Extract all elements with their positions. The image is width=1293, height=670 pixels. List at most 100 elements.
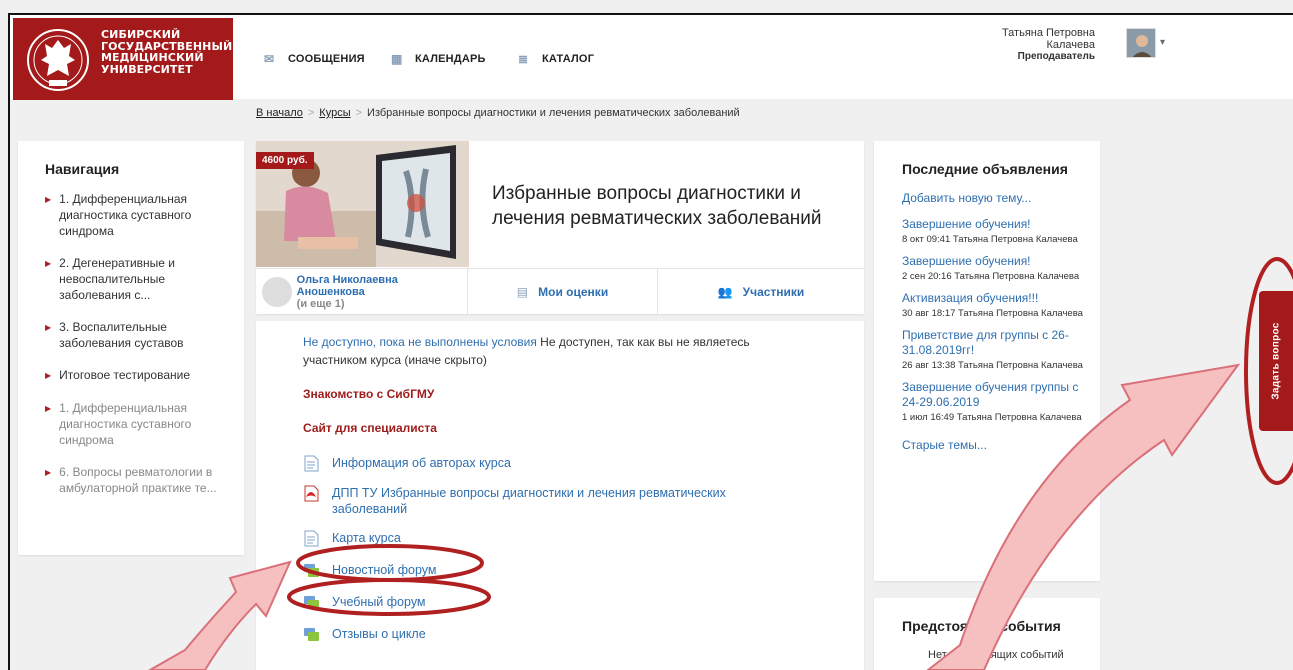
- activity-item[interactable]: Информация об авторах курса: [303, 455, 864, 472]
- activity-label: Информация об авторах курса: [332, 456, 511, 470]
- envelope-icon: ✉: [264, 52, 275, 66]
- announcement-meta: 8 окт 09:41 Татьяна Петровна Калачева: [902, 234, 1078, 245]
- university-logo[interactable]: СИБИРСКИЙ ГОСУДАРСТВЕННЫЙ МЕДИЦИНСКИЙ УН…: [13, 18, 233, 100]
- announcement-item: Завершение обучения группы с 24-29.06.20…: [902, 380, 1086, 426]
- nav-calendar[interactable]: ▦ КАЛЕНДАРЬ: [391, 53, 486, 65]
- nav-item[interactable]: ▶ 2. Дегенеративные и невоспалительные за…: [45, 255, 230, 303]
- announcement-title[interactable]: Активизация обучения!!!: [902, 291, 1086, 306]
- announcement-title[interactable]: Приветствие для группы с 26-31.08.2019гг…: [902, 328, 1086, 358]
- nav-item[interactable]: ▶ 6. Вопросы ревматологии в амбулаторной …: [45, 464, 230, 496]
- top-bar: СИБИРСКИЙ ГОСУДАРСТВЕННЫЙ МЕДИЦИНСКИЙ УН…: [10, 15, 1293, 100]
- restriction-link[interactable]: Не доступно, пока не выполнены условия: [303, 335, 537, 349]
- page-icon: [304, 530, 319, 547]
- announcement-title[interactable]: Завершение обучения!: [902, 254, 1086, 269]
- participants-button[interactable]: 👥 Участники: [658, 269, 864, 314]
- breadcrumb-courses[interactable]: Курсы: [319, 107, 350, 119]
- activity-label: Учебный форум: [332, 595, 426, 609]
- user-menu[interactable]: Татьяна Петровна Калачева Преподаватель: [1002, 27, 1095, 63]
- activity-item[interactable]: ДПП ТУ Избранные вопросы диагностики и л…: [303, 485, 864, 517]
- navigation-title: Навигация: [45, 161, 120, 177]
- announcement-item: Приветствие для группы с 26-31.08.2019гг…: [902, 328, 1086, 374]
- page-icon: [304, 455, 319, 472]
- teacher-avatar: [262, 276, 292, 307]
- announcement-meta: 2 сен 20:16 Татьяна Петровна Калачева: [902, 271, 1080, 282]
- announcement-item: Активизация обучения!!! 30 авг 18:17 Тат…: [902, 291, 1086, 322]
- announcement-item: Завершение обучения! 8 окт 09:41 Татьяна…: [902, 217, 1086, 248]
- teacher-name[interactable]: Ольга Николаевна Аношенкова: [297, 274, 467, 298]
- activity-item[interactable]: Отзывы о цикле: [303, 626, 864, 643]
- ask-question-button[interactable]: Задать вопрос: [1259, 291, 1293, 431]
- forum-icon: [304, 628, 319, 641]
- course-toolbar: Ольга Николаевна Аношенкова (и еще 1) ▤ …: [256, 268, 864, 314]
- breadcrumb: В начало > Курсы > Избранные вопросы диагнос…: [256, 107, 740, 119]
- course-content: Не доступно, пока не выполнены условия Н…: [256, 321, 864, 670]
- user-role: Преподаватель: [1017, 51, 1095, 62]
- section-title[interactable]: Сайт для специалиста: [303, 421, 864, 435]
- nav-catalog-label: КАТАЛОГ: [542, 53, 595, 65]
- nav-messages[interactable]: ✉ СООБЩЕНИЯ: [264, 53, 365, 65]
- participants-label: Участники: [742, 284, 805, 299]
- teacher-more[interactable]: (и еще 1): [297, 298, 467, 310]
- pdf-icon: [304, 485, 319, 502]
- course-header: 4600 руб. Избранные вопросы диагностики …: [256, 141, 864, 314]
- restriction-notice: Не доступно, пока не выполнены условия Н…: [303, 333, 813, 369]
- upcoming-events-block: Предстоящие события Нет предстоящих собы…: [874, 598, 1100, 670]
- price-badge: 4600 руб.: [256, 152, 314, 169]
- nav-item[interactable]: ▶ 1. Дифференциальная диагностика суставн…: [45, 191, 230, 239]
- announcement-item: Завершение обучения! 2 сен 20:16 Татьяна…: [902, 254, 1086, 285]
- activity-label: Новостной форум: [332, 563, 437, 577]
- grades-label: Мои оценки: [538, 284, 609, 299]
- crest-icon: [27, 29, 89, 91]
- nav-item-label: 6. Вопросы ревматологии в амбулаторной п…: [59, 465, 217, 495]
- calendar-icon: ▦: [391, 52, 403, 66]
- users-icon: 👥: [717, 284, 733, 299]
- course-image[interactable]: 4600 руб.: [256, 141, 469, 267]
- nav-calendar-label: КАЛЕНДАРЬ: [415, 53, 486, 65]
- old-topics-link[interactable]: Старые темы...: [902, 438, 1086, 452]
- nav-item-label: 3. Воспалительные заболевания суставов: [59, 320, 184, 350]
- events-empty: Нет предстоящих событий: [928, 649, 1064, 661]
- announcement-meta: 30 авг 18:17 Татьяна Петровна Калачева: [902, 308, 1083, 319]
- nav-catalog[interactable]: ≣ КАТАЛОГ: [518, 53, 594, 65]
- course-title: Избранные вопросы диагностики и лечения …: [492, 183, 822, 229]
- activity-item[interactable]: Новостной форум: [303, 562, 864, 579]
- university-line: МЕДИЦИНСКИЙ: [101, 51, 204, 64]
- nav-item-label: 1. Дифференциальная диагностика суставно…: [59, 192, 192, 238]
- grades-button[interactable]: ▤ Мои оценки: [468, 269, 658, 314]
- nav-item-label: Итоговое тестирование: [59, 368, 191, 382]
- navigation-block: Навигация ▶ 1. Дифференциальная диагности…: [18, 141, 244, 555]
- activity-item[interactable]: Учебный форум: [303, 594, 864, 611]
- forum-icon: [304, 564, 319, 577]
- activity-item[interactable]: Карта курса: [303, 530, 864, 547]
- announcements-block: Последние объявления Добавить новую тему…: [874, 141, 1100, 581]
- user-last-name: Калачева: [1046, 39, 1095, 51]
- section-title[interactable]: Знакомство с СибГМУ: [303, 387, 864, 401]
- grades-icon: ▤: [516, 284, 529, 299]
- catalog-icon: ≣: [518, 52, 529, 66]
- add-topic-link[interactable]: Добавить новую тему...: [902, 191, 1086, 205]
- nav-item-label: 2. Дегенеративные и невоспалительные заб…: [59, 256, 176, 302]
- activity-label: Карта курса: [332, 531, 401, 545]
- avatar[interactable]: [1126, 28, 1156, 58]
- browser-frame: СИБИРСКИЙ ГОСУДАРСТВЕННЫЙ МЕДИЦИНСКИЙ УН…: [8, 13, 1293, 670]
- triangle-right-icon: ▶: [45, 195, 52, 204]
- university-line: УНИВЕРСИТЕТ: [101, 62, 193, 76]
- ask-question-label: Задать вопрос: [1270, 322, 1282, 400]
- nav-item[interactable]: ▶ Итоговое тестирование: [45, 367, 230, 384]
- teacher-info: Ольга Николаевна Аношенкова (и еще 1): [297, 274, 467, 310]
- nav-item[interactable]: ▶ 1. Дифференциальная диагностика суставн…: [45, 400, 230, 448]
- breadcrumb-separator-icon: >: [307, 107, 315, 119]
- nav-item[interactable]: ▶ 3. Воспалительные заболевания суставов: [45, 319, 230, 351]
- announcement-title[interactable]: Завершение обучения группы с 24-29.06.20…: [902, 380, 1086, 410]
- announcement-title[interactable]: Завершение обучения!: [902, 217, 1086, 232]
- nav-messages-label: СООБЩЕНИЯ: [288, 53, 365, 65]
- announcements-title: Последние объявления: [902, 161, 1068, 177]
- teacher-cell[interactable]: Ольга Николаевна Аношенкова (и еще 1): [256, 269, 468, 314]
- triangle-right-icon: ▶: [45, 404, 52, 413]
- breadcrumb-current: Избранные вопросы диагностики и лечения …: [367, 107, 740, 119]
- breadcrumb-home[interactable]: В начало: [256, 107, 303, 119]
- announcement-meta: 26 авг 13:38 Татьяна Петровна Калачева: [902, 360, 1083, 371]
- chevron-down-icon[interactable]: ▾: [1160, 37, 1165, 48]
- events-title: Предстоящие события: [902, 618, 1061, 634]
- user-first-name: Татьяна Петровна: [1001, 27, 1095, 39]
